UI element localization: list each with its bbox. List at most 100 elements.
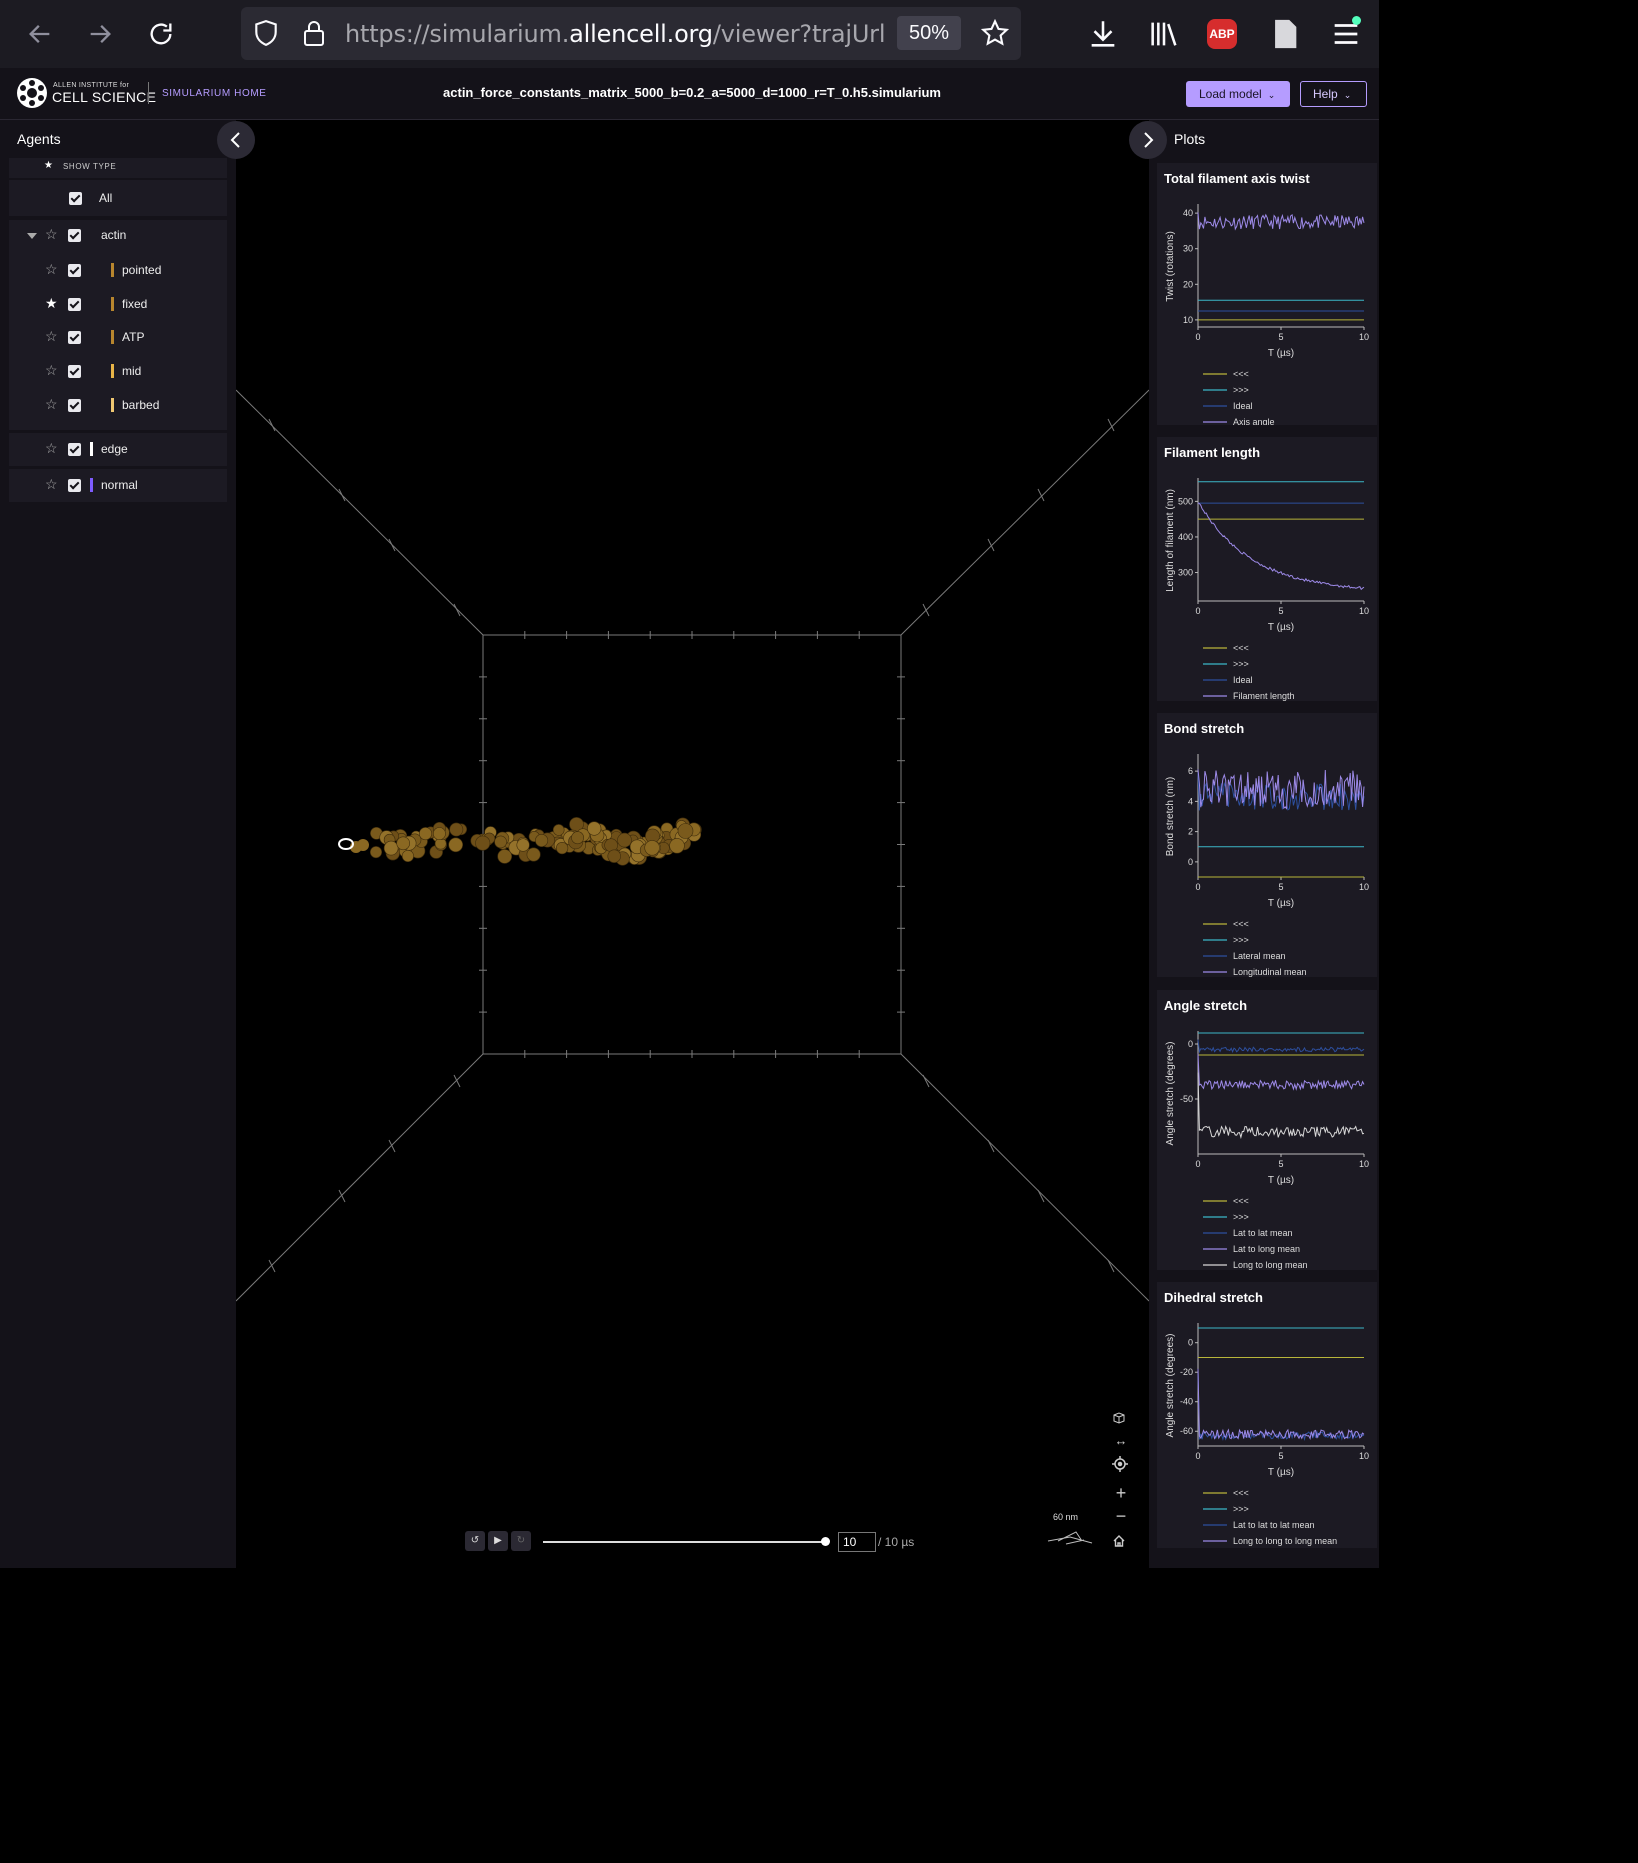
zoom-in-icon[interactable]: +: [1112, 1484, 1130, 1502]
agent-label-atp: ATP: [122, 330, 145, 345]
star-icon[interactable]: ☆: [45, 362, 58, 379]
agent-row-edge[interactable]: ☆ edge: [9, 434, 227, 464]
time-slider-thumb[interactable]: [821, 1537, 830, 1546]
load-model-button[interactable]: Load model ⌄: [1186, 81, 1290, 107]
color-swatch: [111, 263, 114, 277]
agents-panel: Agents ★ SHOW TYPE All ☆ actin ☆ pointed ★ fi…: [0, 120, 236, 1568]
download-icon[interactable]: [1083, 14, 1123, 54]
x-tick-label: 10: [1359, 882, 1369, 892]
box-tick: [268, 1259, 276, 1273]
shield-icon[interactable]: [253, 19, 279, 52]
checkbox-actin[interactable]: [68, 229, 81, 242]
menu-icon[interactable]: [1326, 14, 1366, 54]
agent-row-fixed[interactable]: ★ fixed: [9, 289, 227, 319]
star-icon[interactable]: ☆: [45, 226, 58, 243]
lock-icon[interactable]: [303, 19, 325, 52]
agent-row-edge[interactable]: ☆ edge: [9, 433, 227, 466]
step-icon[interactable]: ↻: [511, 1531, 531, 1551]
actin-monomer: [535, 833, 549, 847]
plot-chart: 6 4 2 0 0 5 10 T (µs) Bond stretch (nm) <<< >>> Lat…: [1165, 754, 1369, 977]
back-icon[interactable]: [20, 14, 60, 54]
plots-panel: Plots Total filament axis twist 40 30 20 10 0…: [1149, 120, 1379, 1568]
scale-bar-icon: [1047, 1531, 1093, 1545]
chevron-down-icon: ⌄: [1267, 90, 1276, 100]
allen-institute-logo-icon[interactable]: [16, 77, 48, 109]
actin-monomer: [396, 836, 410, 851]
collapse-right-button[interactable]: [1129, 121, 1167, 159]
collapse-left-button[interactable]: [217, 121, 255, 159]
star-icon[interactable]: ☆: [45, 440, 58, 457]
checkbox-barbed[interactable]: [68, 398, 81, 412]
checkbox-mid[interactable]: [68, 365, 81, 379]
color-swatch: [111, 296, 114, 311]
document-icon[interactable]: [1265, 14, 1305, 54]
time-total: / 10 µs: [878, 1535, 915, 1549]
logo-subtitle: ALLEN INSTITUTE for: [53, 82, 130, 89]
checkbox-all[interactable]: [69, 192, 82, 205]
3d-viewport[interactable]: ↔ + − 60 nm: [236, 120, 1149, 1568]
simularium-home-link[interactable]: SIMULARIUM HOME: [162, 88, 267, 99]
star-icon[interactable]: ☆: [45, 476, 58, 493]
agent-row-normal[interactable]: ☆ normal: [9, 469, 227, 502]
star-icon[interactable]: ★: [45, 295, 58, 312]
agent-label-barbed: barbed: [122, 397, 160, 412]
actin-monomer: [497, 849, 513, 864]
adblock-icon[interactable]: ABP: [1207, 19, 1237, 49]
x-tick-label: 10: [1359, 1159, 1369, 1169]
agent-row-actin[interactable]: ☆ actin: [9, 220, 227, 250]
checkbox-atp[interactable]: [68, 331, 81, 345]
checkbox-normal[interactable]: [68, 479, 81, 492]
legend-label: Axis angle: [1233, 417, 1275, 425]
actin-filament[interactable]: [338, 817, 702, 866]
x-axis-label: T (µs): [1268, 898, 1294, 909]
plots-title: Plots: [1174, 131, 1206, 147]
zoom-out-icon[interactable]: −: [1112, 1507, 1130, 1525]
y-tick-label: 6: [1188, 766, 1193, 776]
plot-card: Total filament axis twist 40 30 20 10 0 5 10 T (…: [1157, 163, 1377, 425]
bounding-box: [236, 389, 1149, 1302]
url-bar[interactable]: https://simularium.allencell.org/viewer?…: [241, 7, 1021, 60]
x-tick-label: 5: [1278, 1451, 1283, 1461]
box-tick: [388, 538, 396, 552]
checkbox-pointed[interactable]: [68, 264, 81, 277]
checkbox-fixed[interactable]: [68, 297, 81, 311]
agent-row-mid[interactable]: ☆ mid: [9, 356, 227, 386]
reload-icon[interactable]: [141, 14, 181, 54]
expand-caret-icon[interactable]: [27, 233, 37, 239]
legend-label: <<<: [1233, 1196, 1249, 1206]
agent-row-normal[interactable]: ☆ normal: [9, 470, 227, 500]
actin-monomer: [607, 849, 621, 863]
agents-title: Agents: [17, 131, 61, 147]
home-icon[interactable]: [1112, 1534, 1130, 1552]
focus-icon[interactable]: [1112, 1456, 1130, 1474]
legend-label: Lateral mean: [1233, 951, 1286, 961]
url-text[interactable]: https://simularium.allencell.org/viewer?…: [345, 20, 885, 48]
x-tick-label: 0: [1195, 606, 1200, 616]
cube-icon[interactable]: [1112, 1411, 1130, 1429]
zoom-level-badge[interactable]: 50%: [897, 16, 961, 50]
time-slider-track[interactable]: [543, 1541, 826, 1543]
agent-row-pointed[interactable]: ☆ pointed: [9, 255, 227, 285]
star-icon[interactable]: ☆: [45, 261, 58, 278]
library-icon[interactable]: [1144, 14, 1184, 54]
star-icon[interactable]: ☆: [45, 396, 58, 413]
actin-monomer: [449, 822, 464, 837]
help-button[interactable]: Help ⌄: [1300, 81, 1367, 107]
bookmark-star-icon[interactable]: [980, 18, 1010, 52]
forward-icon[interactable]: [80, 14, 120, 54]
legend-label: <<<: [1233, 643, 1249, 653]
agent-row-all[interactable]: All: [9, 180, 227, 216]
simulation-canvas[interactable]: [236, 120, 1149, 1568]
color-swatch: [111, 364, 114, 379]
pan-icon[interactable]: ↔: [1112, 1432, 1130, 1450]
y-tick-label: -50: [1180, 1094, 1193, 1104]
play-icon[interactable]: ▶: [488, 1531, 508, 1551]
checkbox-edge[interactable]: [68, 443, 81, 456]
star-icon[interactable]: ☆: [45, 328, 58, 345]
agent-label-normal: normal: [101, 478, 138, 492]
time-input[interactable]: 10: [838, 1532, 876, 1552]
replay-icon[interactable]: ↺: [465, 1531, 485, 1551]
agent-row-barbed[interactable]: ☆ barbed: [9, 390, 227, 420]
y-tick-label: 0: [1188, 857, 1193, 867]
agent-row-atp[interactable]: ☆ ATP: [9, 322, 227, 352]
